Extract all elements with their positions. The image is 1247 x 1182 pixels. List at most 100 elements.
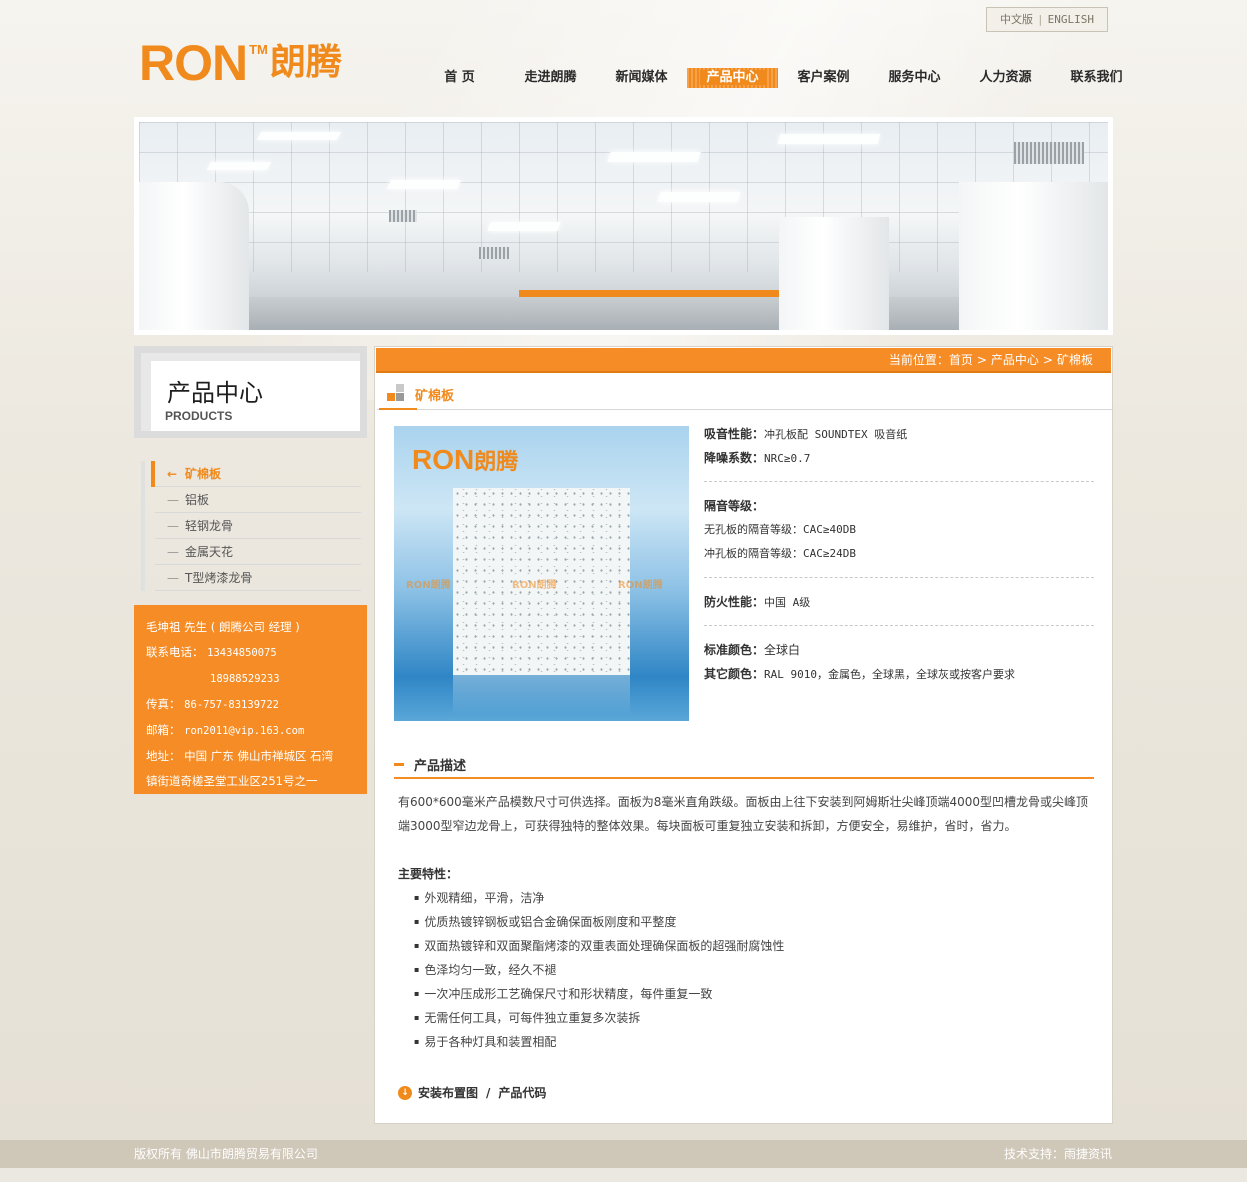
sidebar-title-card: 产品中心 PRODUCTS (141, 353, 360, 431)
contact-address-line1: 中国 广东 佛山市禅城区 石湾 (184, 749, 334, 763)
product-watermark: RON朗腾 (406, 580, 451, 591)
sidebar-item-label: 轻钢龙骨 (185, 519, 234, 533)
banner-image (139, 122, 1108, 330)
product-title: 矿棉板 (415, 389, 455, 404)
site-logo[interactable]: RON TM 朗腾 (139, 38, 342, 90)
lang-english-link[interactable]: ENGLISH (1048, 13, 1094, 26)
breadcrumb: 当前位置：首页 > 产品中心 > 矿棉板 (376, 348, 1111, 373)
product-heading: 矿棉板 (377, 380, 1112, 410)
dash-icon: — (167, 519, 179, 533)
sidebar-menu: ← 矿棉板 — 铝板 — 轻钢龙骨 — 金属天花 — T型烤漆龙骨 (141, 461, 361, 591)
list-item: 无需任何工具，可每件独立重复多次装拆 (414, 1006, 784, 1030)
contact-address-row: 地址： 中国 广东 佛山市禅城区 石湾 (146, 744, 355, 769)
nav-service[interactable]: 服务中心 (869, 68, 960, 88)
spec-isolation-label: 隔音等级： (704, 499, 765, 513)
contact-box: 毛坤祖 先生 ( 朗腾公司 经理 ) 联系电话： 13434850075 189… (134, 605, 367, 794)
lang-separator: | (1037, 13, 1044, 26)
sidebar-item-mineral-board[interactable]: ← 矿棉板 (151, 461, 361, 487)
banner-vent (1014, 142, 1084, 164)
dash-icon: — (167, 493, 179, 507)
product-image: RON朗腾 RON朗腾 RON朗腾 RON朗腾 (394, 426, 689, 721)
spec-nrc: 降噪系数：NRC≥0.7 (704, 451, 811, 465)
product-watermark: RON朗腾 (512, 580, 557, 591)
spec-divider (704, 577, 1094, 578)
contact-phone-label: 联系电话： (146, 645, 204, 659)
banner-light (777, 134, 881, 144)
footer-bottom-strip (0, 1168, 1247, 1182)
heading-bar (394, 763, 404, 766)
banner-light (487, 222, 561, 231)
contact-phone-row-2: 18988529233 (146, 666, 355, 692)
logo-trademark: TM (249, 42, 268, 57)
contact-phone-1: 13434850075 (207, 647, 277, 659)
product-watermark: RON朗腾 (618, 580, 663, 591)
breadcrumb-home[interactable]: 首页 (949, 353, 973, 367)
nav-products-label: 产品中心 (700, 70, 765, 85)
nav-hr[interactable]: 人力资源 (960, 68, 1051, 88)
product-panel-reflection (453, 675, 630, 715)
list-item: 外观精细，平滑，洁净 (414, 886, 784, 910)
spec-std-color: 标准颜色：全球白 (704, 643, 801, 657)
lang-chinese-link[interactable]: 中文版 (1000, 13, 1033, 26)
nav-contact[interactable]: 联系我们 (1051, 68, 1142, 88)
nav-about[interactable]: 走进朗腾 (505, 68, 596, 88)
features-list: 外观精细，平滑，洁净 优质热镀锌钢板或铝合金确保面板刚度和平整度 双面热镀锌和双… (414, 886, 784, 1054)
banner-pillar (959, 182, 1108, 330)
spec-other-color: 其它颜色：RAL 9010，金属色，全球黑，全球灰或按客户要求 (704, 667, 1015, 681)
nav-news[interactable]: 新闻媒体 (596, 68, 687, 88)
main-nav: 首 页 走进朗腾 新闻媒体 产品中心 客户案例 服务中心 人力资源 联系我们 (414, 68, 1142, 88)
banner-pillar (139, 182, 249, 330)
description-heading: 产品描述 (394, 752, 1094, 779)
contact-phone-2: 18988529233 (210, 673, 280, 685)
sidebar-title: 产品中心 PRODUCTS (134, 346, 367, 438)
nav-home[interactable]: 首 页 (414, 68, 505, 88)
nav-products[interactable]: 产品中心 (687, 68, 778, 88)
list-item: 优质热镀锌钢板或铝合金确保面板刚度和平整度 (414, 910, 784, 934)
install-links: ↓ 安装布置图 / 产品代码 (398, 1084, 546, 1101)
sidebar-item-label: 矿棉板 (185, 467, 222, 481)
description-title: 产品描述 (414, 759, 467, 774)
nav-cases[interactable]: 客户案例 (778, 68, 869, 88)
sidebar-item-label: 金属天花 (185, 545, 234, 559)
product-code-link[interactable]: 产品代码 (498, 1084, 546, 1101)
contact-email[interactable]: ron2011@vip.163.com (184, 725, 304, 737)
language-switch: 中文版 | ENGLISH (986, 7, 1108, 32)
dash-icon: — (167, 545, 179, 559)
sidebar-title-en: PRODUCTS (165, 409, 233, 423)
link-separator: / (486, 1085, 491, 1100)
product-description: 有600*600毫米产品模数尺寸可供选择。面板为8毫米直角跌级。面板由上往下安装… (398, 795, 1088, 833)
product-title-underline (379, 408, 417, 410)
contact-fax: 86-757-83139722 (184, 699, 279, 711)
banner-light (386, 180, 462, 189)
sidebar-item-metal-ceiling[interactable]: — 金属天花 (155, 539, 361, 565)
banner-vent (479, 247, 509, 259)
sidebar-title-cn: 产品中心 (167, 379, 263, 407)
spec-divider (704, 625, 1094, 626)
install-layout-link[interactable]: 安装布置图 (418, 1084, 478, 1101)
list-item: 一次冲压成形工艺确保尺寸和形状精度，每件重复一致 (414, 982, 784, 1006)
banner-light (256, 132, 342, 140)
spec-isolation-2: 冲孔板的隔音等级：CAC≥24DB (704, 547, 856, 560)
logo-brand: RON (139, 35, 248, 91)
contact-email-label: 邮箱： (146, 723, 181, 737)
banner-light (657, 192, 741, 202)
spec-isolation-1: 无孔板的隔音等级：CAC≥40DB (704, 523, 856, 536)
contact-fax-label: 传真： (146, 697, 181, 711)
footer-support[interactable]: 技术支持：雨捷资讯 (1004, 1140, 1112, 1168)
sidebar-item-t-keel[interactable]: — T型烤漆龙骨 (155, 565, 361, 591)
sidebar-item-aluminum[interactable]: — 铝板 (155, 487, 361, 513)
sidebar-item-label: 铝板 (185, 493, 210, 507)
breadcrumb-prefix: 当前位置： (888, 353, 949, 367)
banner-pillar (779, 217, 889, 330)
download-arrow-icon: ↓ (398, 1085, 412, 1100)
chevron-right-icon: > (976, 353, 987, 367)
breadcrumb-products[interactable]: 产品中心 (991, 353, 1039, 367)
banner (134, 117, 1113, 335)
sidebar-item-light-steel-keel[interactable]: — 轻钢龙骨 (155, 513, 361, 539)
list-item: 易于各种灯具和装置相配 (414, 1030, 784, 1054)
contact-phone-row: 联系电话： 13434850075 (146, 640, 355, 666)
contact-email-row: 邮箱： ron2011@vip.163.com (146, 718, 355, 744)
main-content: 当前位置：首页 > 产品中心 > 矿棉板 矿棉板 RON朗腾 RON朗腾 RON朗腾 R… (374, 346, 1113, 1124)
chevron-right-icon: > (1042, 353, 1053, 367)
product-specs: 吸音性能：冲孔板配 SOUNDTEX 吸音纸 降噪系数：NRC≥0.7 隔音等级… (704, 422, 1094, 686)
